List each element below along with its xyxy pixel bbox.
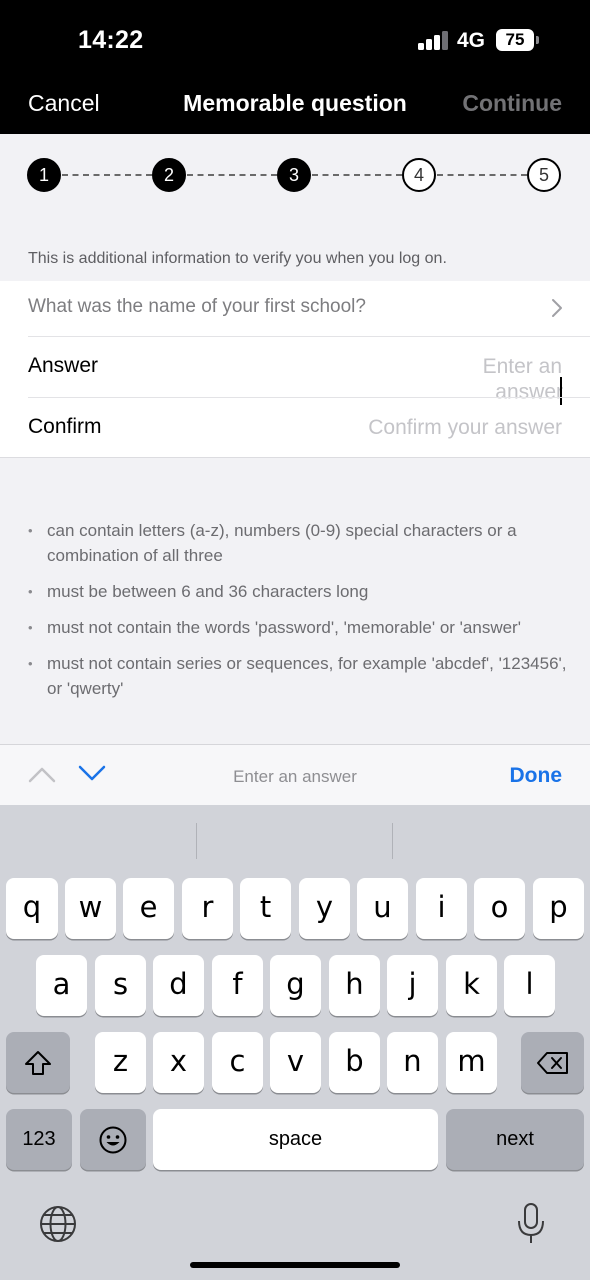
network-type: 4G: [457, 29, 486, 52]
key-r[interactable]: r: [182, 878, 233, 939]
confirm-input[interactable]: Confirm your answer: [368, 416, 562, 440]
key-y[interactable]: y: [299, 878, 350, 939]
backspace-key[interactable]: [521, 1032, 584, 1093]
shift-key[interactable]: [6, 1032, 70, 1093]
step-2: 2: [152, 158, 186, 192]
step-1: 1: [27, 158, 61, 192]
key-h[interactable]: h: [329, 955, 380, 1016]
key-t[interactable]: t: [240, 878, 291, 939]
key-o[interactable]: o: [474, 878, 525, 939]
page-title: Memorable question: [183, 90, 407, 116]
key-g[interactable]: g: [270, 955, 321, 1016]
status-time: 14:22: [78, 26, 144, 54]
rules-list: can contain letters (a-z), numbers (0-9)…: [28, 518, 568, 712]
battery-tip: [536, 36, 539, 44]
signal-icon: [418, 31, 450, 50]
answer-label: Answer: [28, 354, 99, 377]
step-connector: [437, 174, 527, 176]
step-3: 3: [277, 158, 311, 192]
key-z[interactable]: z: [95, 1032, 146, 1093]
key-b[interactable]: b: [329, 1032, 380, 1093]
question-selector[interactable]: What was the name of your first school?: [0, 281, 590, 336]
key-p[interactable]: p: [533, 878, 584, 939]
suggestion-divider: [392, 823, 393, 859]
question-text: What was the name of your first school?: [28, 296, 366, 317]
question-form: What was the name of your first school? …: [0, 281, 590, 458]
key-n[interactable]: n: [387, 1032, 438, 1093]
continue-button[interactable]: Continue: [462, 90, 562, 117]
numbers-key[interactable]: 123: [6, 1109, 72, 1170]
progress-stepper: 1 2 3 4 5: [0, 134, 590, 219]
keyboard-accessory-bar: Enter an answer Done: [0, 744, 590, 805]
key-l[interactable]: l: [504, 955, 555, 1016]
step-4: 4: [402, 158, 436, 192]
answer-field[interactable]: Answer Enter an answer: [0, 336, 590, 405]
next-field-icon[interactable]: [78, 765, 106, 783]
emoji-key[interactable]: [80, 1109, 146, 1170]
key-c[interactable]: c: [212, 1032, 263, 1093]
key-v[interactable]: v: [270, 1032, 321, 1093]
previous-field-icon[interactable]: [28, 765, 56, 783]
backspace-icon: [536, 1051, 568, 1074]
rule-item: must be between 6 and 36 characters long: [28, 579, 568, 604]
suggestion-divider: [196, 823, 197, 859]
key-q[interactable]: q: [6, 878, 58, 939]
top-bar: 14:22 4G 75 Cancel Memorable question Co…: [0, 0, 590, 134]
rule-item: must not contain series or sequences, fo…: [28, 651, 568, 701]
rule-item: must not contain the words 'password', '…: [28, 615, 568, 640]
key-d[interactable]: d: [153, 955, 204, 1016]
key-j[interactable]: j: [387, 955, 438, 1016]
step-connector: [187, 174, 277, 176]
key-x[interactable]: x: [153, 1032, 204, 1093]
step-5: 5: [527, 158, 561, 192]
key-m[interactable]: m: [446, 1032, 497, 1093]
next-key[interactable]: next: [446, 1109, 584, 1170]
space-key[interactable]: space: [153, 1109, 438, 1170]
step-connector: [62, 174, 152, 176]
info-text: This is additional information to verify…: [28, 250, 447, 267]
key-i[interactable]: i: [416, 878, 467, 939]
confirm-label: Confirm: [28, 415, 102, 438]
cancel-button[interactable]: Cancel: [28, 90, 100, 117]
home-indicator: [190, 1262, 400, 1268]
key-w[interactable]: w: [65, 878, 116, 939]
step-connector: [312, 174, 402, 176]
done-button[interactable]: Done: [510, 764, 563, 788]
chevron-right-icon: [552, 299, 562, 317]
confirm-field[interactable]: Confirm Confirm your answer: [0, 397, 590, 458]
key-k[interactable]: k: [446, 955, 497, 1016]
key-u[interactable]: u: [357, 878, 408, 939]
shift-icon: [25, 1050, 51, 1075]
microphone-icon[interactable]: [516, 1202, 546, 1246]
rule-item: can contain letters (a-z), numbers (0-9)…: [28, 518, 568, 568]
accessory-hint: Enter an answer: [233, 767, 357, 786]
key-e[interactable]: e: [123, 878, 174, 939]
key-f[interactable]: f: [212, 955, 263, 1016]
globe-icon[interactable]: [38, 1204, 78, 1244]
key-a[interactable]: a: [36, 955, 87, 1016]
emoji-icon: [99, 1126, 127, 1153]
key-s[interactable]: s: [95, 955, 146, 1016]
battery-icon: 75: [496, 29, 534, 51]
